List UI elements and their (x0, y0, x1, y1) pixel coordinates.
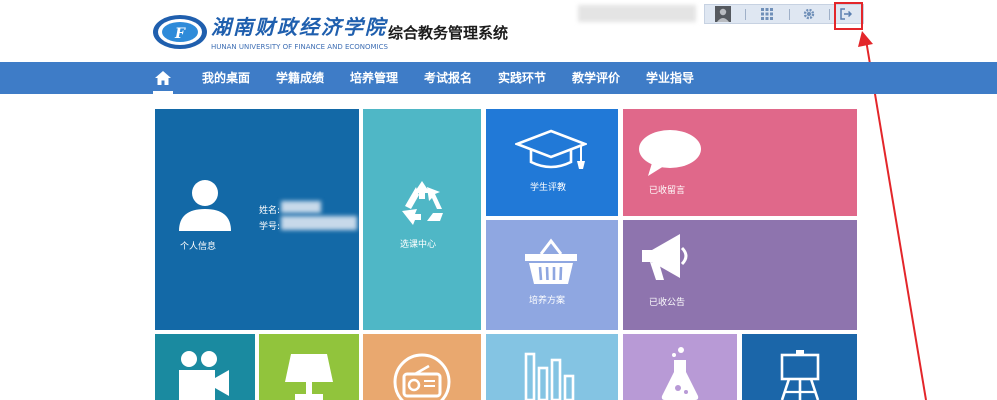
nav-home[interactable] (152, 62, 174, 94)
tile-label: 培养方案 (529, 296, 566, 306)
nav-item-practice[interactable]: 实践环节 (498, 62, 546, 94)
tile-student-evaluation[interactable]: 学生评教 (486, 109, 618, 216)
tile-label: 已收留言 (649, 186, 686, 196)
speech-bubble-icon (639, 130, 701, 176)
user-avatar-button[interactable] (713, 5, 733, 23)
tile-easel[interactable] (742, 334, 857, 400)
home-icon (155, 71, 171, 85)
video-camera-icon (179, 351, 229, 400)
bar-chart-icon (524, 352, 575, 400)
logout-highlight-box (834, 2, 863, 30)
tile-label: 个人信息 (180, 242, 217, 252)
tile-lamp[interactable] (259, 334, 359, 400)
basket-icon (525, 238, 577, 284)
nav-item-records-grades[interactable]: 学籍成绩 (276, 62, 324, 94)
system-title: 综合教务管理系统 (388, 24, 509, 42)
header: F 湖南财政经济学院 HUNAN UNIVERSITY OF FINANCE A… (0, 0, 997, 62)
graduation-cap-icon (515, 129, 587, 169)
flask-icon (661, 347, 699, 400)
avatar-icon (715, 6, 731, 22)
school-logo: F (153, 15, 207, 49)
student-name-label: 姓名: (259, 206, 281, 216)
user-icon (179, 180, 231, 231)
main-nav-bar: 我的桌面 学籍成绩 培养管理 考试报名 实践环节 教学评价 学业指导 (0, 62, 997, 94)
lamp-icon (285, 354, 333, 400)
tile-profile[interactable]: 个人信息 姓名: 学号: (155, 109, 359, 330)
tile-video[interactable] (155, 334, 255, 400)
student-id-blurred (281, 216, 357, 230)
tile-training-plan[interactable]: 培养方案 (486, 220, 618, 330)
school-name-cn: 湖南财政经济学院 (211, 15, 387, 39)
settings-button[interactable] (797, 5, 821, 23)
active-indicator (153, 91, 173, 94)
tile-label: 已收公告 (649, 298, 686, 308)
student-name-blurred (281, 201, 321, 213)
easel-icon (780, 350, 820, 400)
nav-item-training[interactable]: 培养管理 (350, 62, 398, 94)
radio-icon (393, 353, 451, 400)
nav-item-my-desktop[interactable]: 我的桌面 (202, 62, 250, 94)
user-name-blurred (578, 5, 696, 22)
recycle-icon (402, 181, 443, 225)
tile-label: 学生评教 (530, 183, 567, 193)
apps-button[interactable] (755, 5, 779, 23)
tile-course-selection[interactable]: 选课中心 (363, 109, 481, 330)
student-id-label: 学号: (259, 222, 281, 232)
megaphone-icon (642, 234, 688, 280)
toolbar-divider (829, 9, 830, 20)
tile-lab[interactable] (623, 334, 737, 400)
gear-icon (803, 8, 815, 20)
tile-statistics[interactable] (486, 334, 618, 400)
tile-received-messages[interactable]: 已收留言 (623, 109, 857, 216)
toolbar-divider (789, 9, 790, 20)
nav-item-teaching-evaluation[interactable]: 教学评价 (572, 62, 620, 94)
tile-radio[interactable] (363, 334, 481, 400)
tile-label: 选课中心 (400, 240, 437, 250)
school-name-en: HUNAN UNIVERSITY OF FINANCE AND ECONOMIC… (211, 43, 388, 51)
grid-icon (761, 8, 773, 20)
nav-item-exam-registration[interactable]: 考试报名 (424, 62, 472, 94)
toolbar-divider (745, 9, 746, 20)
tile-received-announcements[interactable]: 已收公告 (623, 220, 857, 330)
nav-item-academic-guidance[interactable]: 学业指导 (646, 62, 694, 94)
svg-text:F: F (174, 26, 186, 42)
